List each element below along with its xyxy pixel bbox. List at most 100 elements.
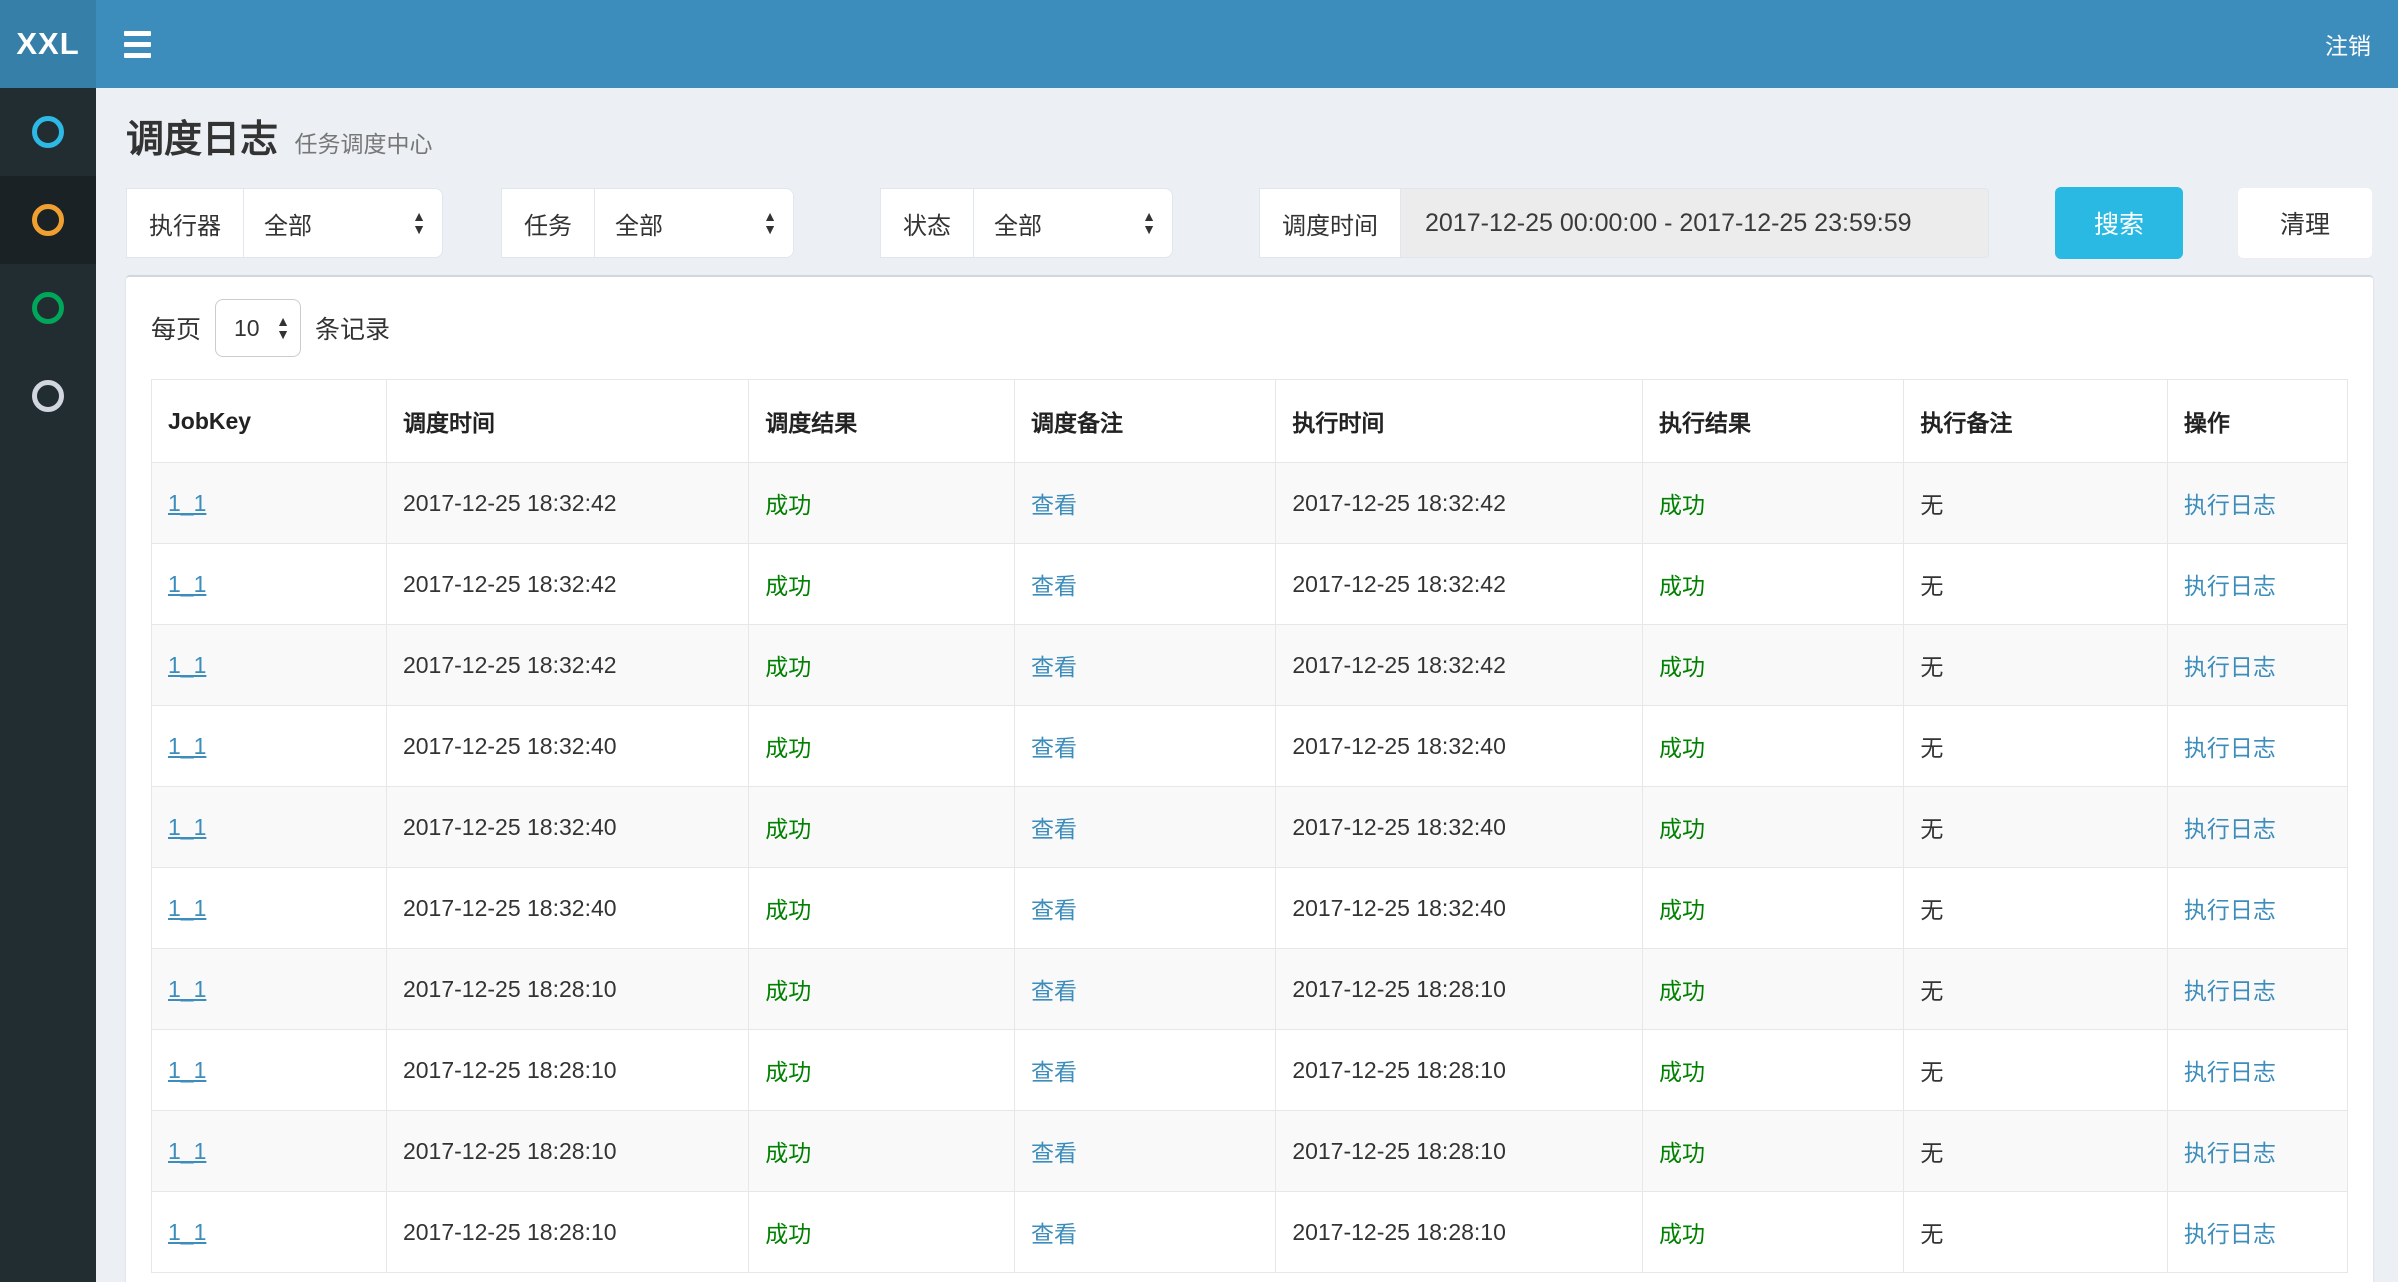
jobkey-link[interactable]: 1_1 (168, 733, 206, 759)
exec-log-link[interactable]: 执行日志 (2184, 573, 2276, 599)
trigger-msg-link[interactable]: 查看 (1031, 816, 1077, 842)
handle-result-cell: 成功 (1659, 978, 1705, 1004)
sidebar-item-dashboard[interactable] (0, 88, 96, 176)
exec-log-link[interactable]: 执行日志 (2184, 1140, 2276, 1166)
handle-time-cell: 2017-12-25 18:28:10 (1292, 1057, 1506, 1083)
trigger-result-cell: 成功 (765, 978, 811, 1004)
trigger-time-cell: 2017-12-25 18:28:10 (403, 1138, 617, 1164)
log-table: JobKey 调度时间 调度结果 调度备注 执行时间 执行结果 执行备注 操作 … (151, 379, 2348, 1273)
handle-msg-cell: 无 (1920, 1059, 1943, 1085)
handle-time-cell: 2017-12-25 18:28:10 (1292, 1219, 1506, 1245)
sidebar-item-joblog[interactable] (0, 176, 96, 264)
status-filter-label: 状态 (880, 188, 973, 258)
exec-log-link[interactable]: 执行日志 (2184, 492, 2276, 518)
trigger-result-cell: 成功 (765, 1221, 811, 1247)
jobkey-link[interactable]: 1_1 (168, 571, 206, 597)
select-arrows-icon: ▲▼ (763, 210, 777, 236)
per-page-select[interactable]: 10 ▲▼ (215, 299, 301, 357)
exec-log-link[interactable]: 执行日志 (2184, 735, 2276, 761)
exec-log-link[interactable]: 执行日志 (2184, 1221, 2276, 1247)
per-page-prefix-label: 每页 (151, 310, 201, 346)
trigger-time-input[interactable]: 2017-12-25 00:00:00 - 2017-12-25 23:59:5… (1400, 188, 1989, 258)
trigger-msg-link[interactable]: 查看 (1031, 654, 1077, 680)
trigger-time-label: 调度时间 (1259, 188, 1400, 258)
col-header-trigger-result: 调度结果 (749, 380, 1015, 463)
per-page-toolbar: 每页 10 ▲▼ 条记录 (151, 299, 2348, 357)
jobkey-link[interactable]: 1_1 (168, 1138, 206, 1164)
handle-result-cell: 成功 (1659, 573, 1705, 599)
jobkey-link[interactable]: 1_1 (168, 1057, 206, 1083)
handle-msg-cell: 无 (1920, 654, 1943, 680)
handle-result-cell: 成功 (1659, 1059, 1705, 1085)
table-row: 1_1 2017-12-25 18:32:40 成功 查看 2017-12-25… (152, 787, 2348, 868)
trigger-msg-link[interactable]: 查看 (1031, 1221, 1077, 1247)
page-subtitle: 任务调度中心 (294, 131, 432, 157)
sidebar-item-jobgroup[interactable] (0, 264, 96, 352)
col-header-handle-msg: 执行备注 (1904, 380, 2168, 463)
logout-link[interactable]: 注销 (2298, 0, 2398, 88)
hamburger-icon (124, 31, 151, 58)
col-header-jobkey: JobKey (152, 380, 387, 463)
circle-o-icon (32, 204, 64, 236)
trigger-msg-link[interactable]: 查看 (1031, 492, 1077, 518)
exec-log-link[interactable]: 执行日志 (2184, 816, 2276, 842)
trigger-time-cell: 2017-12-25 18:28:10 (403, 1057, 617, 1083)
handle-result-cell: 成功 (1659, 492, 1705, 518)
col-header-trigger-time: 调度时间 (386, 380, 748, 463)
handle-msg-cell: 无 (1920, 492, 1943, 518)
jobkey-link[interactable]: 1_1 (168, 490, 206, 516)
handle-msg-cell: 无 (1920, 573, 1943, 599)
trigger-msg-link[interactable]: 查看 (1031, 573, 1077, 599)
table-header-row: JobKey 调度时间 调度结果 调度备注 执行时间 执行结果 执行备注 操作 (152, 380, 2348, 463)
trigger-msg-link[interactable]: 查看 (1031, 897, 1077, 923)
status-select-value: 全部 (994, 206, 1042, 241)
handle-time-cell: 2017-12-25 18:32:40 (1292, 895, 1506, 921)
exec-log-link[interactable]: 执行日志 (2184, 897, 2276, 923)
trigger-msg-link[interactable]: 查看 (1031, 735, 1077, 761)
handle-result-cell: 成功 (1659, 1221, 1705, 1247)
search-button[interactable]: 搜索 (2055, 187, 2183, 259)
handle-time-cell: 2017-12-25 18:32:40 (1292, 733, 1506, 759)
trigger-time-cell: 2017-12-25 18:32:42 (403, 652, 617, 678)
filter-row: 执行器 全部 ▲▼ 任务 全部 ▲▼ 状态 全部 ▲▼ 调度时间 2017-12… (126, 187, 2373, 259)
table-row: 1_1 2017-12-25 18:28:10 成功 查看 2017-12-25… (152, 1111, 2348, 1192)
jobkey-link[interactable]: 1_1 (168, 814, 206, 840)
table-row: 1_1 2017-12-25 18:28:10 成功 查看 2017-12-25… (152, 949, 2348, 1030)
handle-result-cell: 成功 (1659, 816, 1705, 842)
trigger-msg-link[interactable]: 查看 (1031, 978, 1077, 1004)
sidebar-item-help[interactable] (0, 352, 96, 440)
handle-msg-cell: 无 (1920, 816, 1943, 842)
exec-log-link[interactable]: 执行日志 (2184, 1059, 2276, 1085)
exec-log-link[interactable]: 执行日志 (2184, 978, 2276, 1004)
job-filter-group: 任务 全部 ▲▼ (501, 188, 794, 258)
trigger-result-cell: 成功 (765, 492, 811, 518)
job-select[interactable]: 全部 ▲▼ (594, 188, 794, 258)
circle-o-icon (32, 380, 64, 412)
trigger-msg-link[interactable]: 查看 (1031, 1059, 1077, 1085)
select-arrows-icon: ▲▼ (412, 210, 426, 236)
handle-time-cell: 2017-12-25 18:32:42 (1292, 571, 1506, 597)
handle-msg-cell: 无 (1920, 897, 1943, 923)
table-row: 1_1 2017-12-25 18:28:10 成功 查看 2017-12-25… (152, 1030, 2348, 1111)
top-navbar: XXL 注销 (0, 0, 2398, 88)
handle-msg-cell: 无 (1920, 1140, 1943, 1166)
status-select[interactable]: 全部 ▲▼ (973, 188, 1173, 258)
trigger-msg-link[interactable]: 查看 (1031, 1140, 1077, 1166)
handle-result-cell: 成功 (1659, 897, 1705, 923)
clear-button[interactable]: 清理 (2237, 187, 2373, 259)
handle-result-cell: 成功 (1659, 654, 1705, 680)
jobkey-link[interactable]: 1_1 (168, 652, 206, 678)
table-row: 1_1 2017-12-25 18:32:40 成功 查看 2017-12-25… (152, 706, 2348, 787)
handle-time-cell: 2017-12-25 18:32:42 (1292, 652, 1506, 678)
trigger-result-cell: 成功 (765, 816, 811, 842)
jobkey-link[interactable]: 1_1 (168, 976, 206, 1002)
executor-select[interactable]: 全部 ▲▼ (243, 188, 443, 258)
trigger-result-cell: 成功 (765, 1059, 811, 1085)
job-filter-label: 任务 (501, 188, 594, 258)
trigger-time-filter-group: 调度时间 2017-12-25 00:00:00 - 2017-12-25 23… (1259, 188, 1989, 258)
exec-log-link[interactable]: 执行日志 (2184, 654, 2276, 680)
jobkey-link[interactable]: 1_1 (168, 1219, 206, 1245)
select-arrows-icon: ▲▼ (1142, 210, 1156, 236)
jobkey-link[interactable]: 1_1 (168, 895, 206, 921)
sidebar-toggle-button[interactable] (96, 0, 178, 88)
